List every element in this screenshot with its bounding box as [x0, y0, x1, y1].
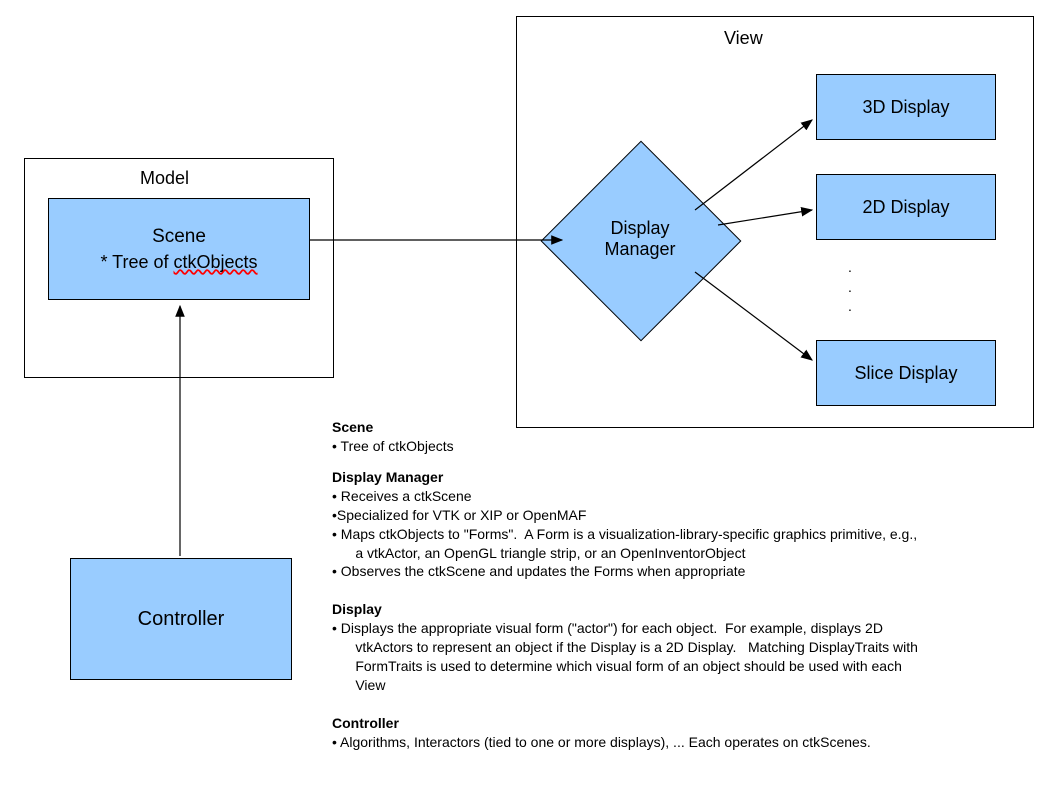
scene-box: Scene * Tree of ctkObjects [48, 198, 310, 300]
display-3d-box: 3D Display [816, 74, 996, 140]
view-label: View [724, 28, 763, 49]
controller-box: Controller [70, 558, 292, 680]
display-2d-box: 2D Display [816, 174, 996, 240]
notes-controller: Controller • Algorithms, Interactors (ti… [332, 714, 1052, 752]
notes-scene: Scene • Tree of ctkObjects [332, 418, 1042, 456]
scene-title: Scene [152, 226, 206, 248]
ellipsis-dots: ... [844, 258, 856, 317]
notes-display-manager: Display Manager • Receives a ctkScene •S… [332, 468, 1052, 581]
notes-display: Display • Displays the appropriate visua… [332, 600, 1052, 694]
model-label: Model [140, 168, 189, 189]
display-slice-box: Slice Display [816, 340, 996, 406]
scene-subtitle: * Tree of ctkObjects [100, 252, 257, 273]
